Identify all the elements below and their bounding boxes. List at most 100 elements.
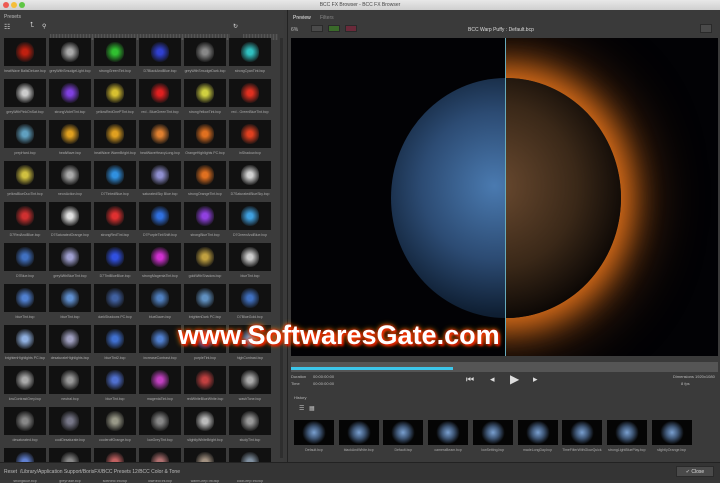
preset-item[interactable]: heatWave WarmBright.bcp	[94, 120, 136, 155]
preset-item[interactable]: brightenHighlights PC.bcp	[4, 325, 46, 360]
preset-item[interactable]: inShadow.bcp	[229, 120, 271, 155]
preset-item[interactable]: D7Blue.bcp	[4, 243, 46, 278]
split-handle[interactable]	[505, 38, 506, 356]
preset-label: purpleTint.bcp	[193, 356, 217, 360]
history-item[interactable]: Default.bcp	[383, 420, 424, 452]
preset-item[interactable]: slightlyWhiteBright.bcp	[184, 407, 226, 442]
fullscreen-icon[interactable]	[700, 24, 712, 33]
preset-item[interactable]: D7BlackAndBlue.bcp	[139, 38, 181, 73]
preset-item[interactable]: strongRedTint.bcp	[94, 202, 136, 237]
history-item[interactable]: madeLongDay.bcp	[517, 420, 558, 452]
preset-item[interactable]: darkShadows PC.bcp	[94, 284, 136, 319]
preset-item[interactable]: strongOrangeTint.bcp	[184, 161, 226, 196]
preset-item[interactable]: redWhiteBlueWhite.bcp	[184, 366, 226, 401]
up-folder-icon[interactable]: ⮤	[30, 22, 34, 30]
history-item[interactable]: blackAndWhite.bcp	[338, 420, 379, 452]
tab-preview[interactable]: Preview	[293, 15, 311, 21]
preset-label: heatWaveHeavyLong.bcp	[140, 151, 180, 155]
preset-item[interactable]: prepHard.bcp	[4, 120, 46, 155]
preset-item[interactable]: blueDawn.bcp	[139, 284, 181, 319]
step-forward-icon[interactable]: ▸	[533, 374, 538, 385]
history-item[interactable]: cameraBeam.bcp	[428, 420, 469, 452]
refresh-icon[interactable]: ↻	[233, 23, 238, 30]
preset-item[interactable]: greyWithSmudgeLight.bcp	[49, 38, 91, 73]
reset-button[interactable]: Reset	[4, 469, 17, 475]
preset-label: greyWithPinkOnSat.bcp	[6, 110, 44, 114]
history-list-view-icon[interactable]: ☰	[299, 405, 304, 412]
preset-item[interactable]: goldWithShadow.bcp	[184, 243, 226, 278]
search-icon[interactable]: ⚲	[42, 23, 46, 30]
preset-item[interactable]: strongMagentaTint.bcp	[139, 243, 181, 278]
preset-item[interactable]: strongVioletTint.bcp	[49, 79, 91, 114]
preset-item[interactable]: desaturated.bcp	[4, 407, 46, 442]
preset-item[interactable]: studyTint.bcp	[229, 407, 271, 442]
list-view-icon[interactable]: ☷	[4, 23, 10, 31]
preset-thumbnail	[184, 202, 226, 230]
preset-item[interactable]: blueTint.bcp	[229, 243, 271, 278]
preset-item[interactable]: OrangeHighlights PC.bcp	[184, 120, 226, 155]
history-item[interactable]: slightlyOrange.bcp	[651, 420, 692, 452]
preset-item[interactable]: D7GreenAndBlue.bcp	[229, 202, 271, 237]
preset-label: D7GreenAndBlue.bcp	[232, 233, 268, 237]
preset-item[interactable]: saturatedSky Blue.bcp	[139, 161, 181, 196]
preset-item[interactable]: D7SaturatedOrange.bcp	[49, 202, 91, 237]
preset-item[interactable]: cooleroffOrange.bcp	[94, 407, 136, 442]
preset-item[interactable]: D7BlueGold.bcp	[229, 284, 271, 319]
history-item[interactable]: lowSetting.bcp	[472, 420, 513, 452]
preset-item[interactable]: heatWaveHeavyLong.bcp	[139, 120, 181, 155]
preset-item[interactable]: lowGreyTint.bcp	[139, 407, 181, 442]
preset-item[interactable]: yellowBlueDuoTint.bcp	[4, 161, 46, 196]
preset-item[interactable]: D7TintBlueBlue.bcp	[94, 243, 136, 278]
history-item[interactable]: Default.bcp	[294, 420, 334, 452]
single-view-button[interactable]	[311, 25, 323, 32]
preset-thumbnail	[49, 366, 91, 394]
preset-label: yellowBlueDuoTint.bcp	[7, 192, 43, 196]
preset-item[interactable]: yellowRedOnePTint.bcp	[94, 79, 136, 114]
preset-item[interactable]: D7RedAndBlue.bcp	[4, 202, 46, 237]
preset-item[interactable]: strongGreenTint.bcp	[94, 38, 136, 73]
preset-item[interactable]: lowContrastGrey.bcp	[4, 366, 46, 401]
preset-item[interactable]: D7TintedBlue.bcp	[94, 161, 136, 196]
preset-item[interactable]: neonAction.bcp	[49, 161, 91, 196]
history-item[interactable]: TimeFilterWithGlowQuick.bcp	[562, 420, 603, 452]
close-button[interactable]: ✔ Close	[676, 466, 714, 477]
step-back-icon[interactable]: ◂	[490, 374, 495, 385]
preset-item[interactable]: strongBlueTint.bcp	[184, 202, 226, 237]
zoom-window-icon[interactable]	[19, 2, 25, 8]
preset-item[interactable]: heatWave BalisDeluxe.bcp	[4, 38, 46, 73]
preset-item[interactable]: blueTint.bcp	[49, 284, 91, 319]
preset-item[interactable]: coolDesaturate.bcp	[49, 407, 91, 442]
tab-filters[interactable]: Filters	[320, 15, 334, 21]
preset-item[interactable]: brightenDark PC.bcp	[184, 284, 226, 319]
play-icon[interactable]: ▶	[510, 372, 519, 386]
preset-item[interactable]: D7SaturatedBlueSky.bcp	[229, 161, 271, 196]
close-window-icon[interactable]	[3, 2, 9, 8]
presets-scrollbar[interactable]	[280, 38, 283, 458]
preset-item[interactable]: greyWithBlueTint.bcp	[49, 243, 91, 278]
preset-item[interactable]: greyWithSmudgeDark.bcp	[184, 38, 226, 73]
preset-item[interactable]: greyWithPinkOnSat.bcp	[4, 79, 46, 114]
compare-view-button[interactable]	[345, 25, 357, 32]
preset-item[interactable]: strongCyanTint.bcp	[229, 38, 271, 73]
timeline-scrubber[interactable]	[291, 362, 718, 372]
history-item[interactable]: strongLightBluePlay.bcp	[606, 420, 647, 452]
preset-item[interactable]: heatWave.bcp	[49, 120, 91, 155]
preset-item[interactable]: magentaTint.bcp	[139, 366, 181, 401]
preset-item[interactable]: increaseContrast.bcp	[139, 325, 181, 360]
preset-item[interactable]: D7PurpleTintShift.bcp	[139, 202, 181, 237]
zoom-level[interactable]: 6%	[291, 27, 298, 33]
preset-item[interactable]: strongYellowTint.bcp	[184, 79, 226, 114]
preset-item[interactable]: washTone.bcp	[229, 366, 271, 401]
minimize-window-icon[interactable]	[11, 2, 17, 8]
history-grid-view-icon[interactable]: ▦	[309, 405, 315, 412]
preset-thumbnail	[184, 161, 226, 189]
preset-item[interactable]: blueTint2.bcp	[94, 325, 136, 360]
preset-item[interactable]: blueTint.bcp	[94, 366, 136, 401]
split-view-button[interactable]	[328, 25, 340, 32]
preset-item[interactable]: blueTint.bcp	[4, 284, 46, 319]
preset-item[interactable]: red - BlueGreenTint.bcp	[139, 79, 181, 114]
preset-item[interactable]: neutral.bcp	[49, 366, 91, 401]
preset-item[interactable]: desaturateHighlights.bcp	[49, 325, 91, 360]
preset-item[interactable]: red - GreenBlueTint.bcp	[229, 79, 271, 114]
go-to-start-icon[interactable]: ⏮	[466, 374, 474, 385]
